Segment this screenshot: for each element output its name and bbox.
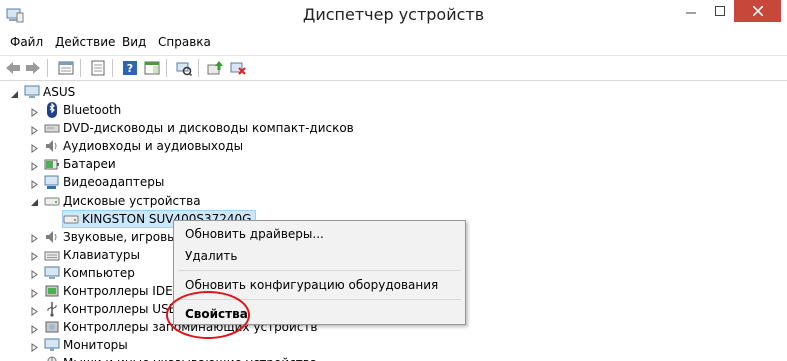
tree-item-label: Клавиатуры <box>63 247 140 262</box>
svg-text:?: ? <box>127 62 133 75</box>
uninstall-device-icon[interactable] <box>229 59 247 77</box>
tree-item-label: Bluetooth <box>63 103 122 117</box>
bluetooth-icon <box>44 102 60 118</box>
scan-hardware-icon[interactable] <box>175 59 193 77</box>
toolbar-divider <box>47 59 48 77</box>
tree-item[interactable]: Дисковые устройства <box>30 192 201 210</box>
tree-item-label: Мониторы <box>63 338 128 353</box>
computer-icon <box>44 265 60 281</box>
expand-triangle-icon[interactable] <box>30 268 39 280</box>
document-icon[interactable] <box>89 59 107 77</box>
expand-triangle-icon[interactable] <box>30 341 39 352</box>
keyboard-icon <box>44 247 60 263</box>
menu-divider <box>178 299 461 300</box>
tree-item-label: Батареи <box>63 157 116 172</box>
close-icon[interactable] <box>734 0 781 22</box>
toolbar-divider <box>198 59 199 77</box>
forward-arrow-icon[interactable] <box>24 59 42 77</box>
tree-item[interactable]: DVD-дисководы и дисководы компакт-дисков <box>30 119 354 137</box>
window-title: Диспетчер устройств <box>302 5 485 24</box>
tree-item[interactable]: Видеоадаптеры <box>30 173 164 191</box>
dvd-drive-icon <box>44 120 60 136</box>
back-arrow-icon[interactable] <box>4 59 22 77</box>
minimize-icon[interactable] <box>676 0 706 22</box>
speaker-icon <box>44 229 60 245</box>
maximize-icon[interactable] <box>705 0 735 22</box>
expand-triangle-icon[interactable] <box>30 160 39 171</box>
tree-item-label: Аудиовходы и аудиовыходы <box>63 139 244 154</box>
tree-root[interactable]: ASUS <box>10 83 75 101</box>
usb-icon <box>44 301 60 317</box>
display-adapter-icon <box>44 174 60 190</box>
context-menu: Обновить драйверы... Удалить Обновить ко… <box>173 220 466 325</box>
tree-item-label: Дисковые устройства <box>63 193 201 208</box>
tree-item-label: DVD-дисководы и дисководы компакт-дисков <box>63 121 354 136</box>
tree-root-label: ASUS <box>43 85 76 99</box>
expand-triangle-icon[interactable] <box>30 106 39 117</box>
collapse-triangle-icon[interactable] <box>10 88 19 98</box>
expand-triangle-icon[interactable] <box>30 250 39 262</box>
expand-triangle-icon[interactable] <box>30 124 39 135</box>
expand-triangle-icon[interactable] <box>30 323 39 334</box>
storage-controller-icon <box>44 319 60 335</box>
tree-item-label: Видеоадаптеры <box>63 175 165 190</box>
computer-icon <box>24 84 40 100</box>
menu-divider <box>178 270 461 271</box>
controller-icon <box>44 283 60 299</box>
monitor-icon <box>44 337 60 353</box>
toolbar-divider <box>80 59 81 77</box>
toolbar: ? <box>0 55 787 81</box>
expand-triangle-icon[interactable] <box>30 232 39 244</box>
tree-item[interactable]: Компьютер <box>30 264 135 282</box>
disk-drive-icon <box>44 193 60 209</box>
ctx-delete[interactable]: Удалить <box>185 249 238 263</box>
tree-item[interactable]: Аудиовходы и аудиовыходы <box>30 137 243 155</box>
tree-item-label: Мыши и иные указывающие устройства <box>63 356 317 361</box>
expand-triangle-icon[interactable] <box>30 305 39 316</box>
title-bar: Диспетчер устройств <box>0 0 787 32</box>
help-icon[interactable]: ? <box>121 59 139 77</box>
tree-item[interactable]: Батареи <box>30 155 116 173</box>
ctx-scan-hardware[interactable]: Обновить конфигурацию оборудования <box>185 278 438 292</box>
menu-bar: Файл Действие Вид Справка <box>0 32 787 52</box>
tree-item-label: Контроллеры USB <box>63 302 177 317</box>
tree-item[interactable]: Bluetooth <box>30 101 121 119</box>
menu-file[interactable]: Файл <box>10 35 43 49</box>
mouse-icon <box>44 355 60 361</box>
toolbar-divider <box>166 59 167 77</box>
tree-item[interactable]: Контроллеры USB <box>30 300 177 318</box>
speaker-icon <box>44 138 60 154</box>
toolbar-divider <box>112 59 113 77</box>
expand-triangle-icon[interactable] <box>30 287 39 298</box>
update-driver-icon[interactable] <box>206 59 224 77</box>
properties-sheet-icon[interactable] <box>57 59 75 77</box>
tree-item[interactable]: Мыши и иные указывающие устройства <box>30 354 317 361</box>
ctx-update-drivers[interactable]: Обновить драйверы... <box>185 227 324 241</box>
menu-help[interactable]: Справка <box>158 35 211 49</box>
expand-triangle-icon[interactable] <box>30 142 39 153</box>
battery-icon <box>44 156 60 172</box>
ctx-properties[interactable]: Свойства <box>185 307 248 321</box>
window-panel-icon[interactable] <box>143 59 161 77</box>
tree-item[interactable]: Клавиатуры <box>30 246 140 264</box>
menu-action[interactable]: Действие <box>55 35 115 49</box>
tree-item-label: Компьютер <box>63 265 135 280</box>
collapse-triangle-icon[interactable] <box>30 196 39 206</box>
menu-view[interactable]: Вид <box>122 35 146 49</box>
expand-triangle-icon[interactable] <box>30 178 39 189</box>
tree-item[interactable]: Мониторы <box>30 336 128 354</box>
disk-drive-icon <box>63 211 79 227</box>
